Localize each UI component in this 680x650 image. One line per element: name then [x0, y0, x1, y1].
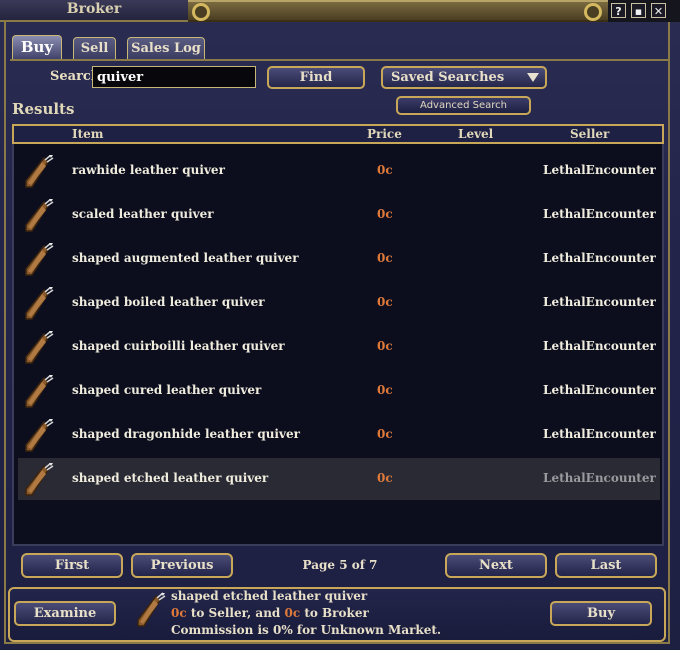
broker-text: to Broker	[300, 606, 369, 620]
item-name: shaped boiled leather quiver	[72, 295, 265, 309]
column-header-price[interactable]: Price	[367, 127, 402, 141]
item-name: shaped cured leather quiver	[72, 383, 262, 397]
swirl-ornament-icon	[192, 3, 210, 21]
item-price: 0c	[377, 207, 393, 221]
next-page-button[interactable]: Next	[445, 553, 547, 578]
column-header-item[interactable]: Item	[72, 127, 104, 141]
item-seller: LethalEncounter	[543, 295, 656, 309]
item-price: 0c	[377, 427, 393, 441]
restore-button[interactable]: ▪	[631, 3, 646, 18]
item-price: 0c	[377, 383, 393, 397]
broker-amount: 0c	[284, 606, 301, 620]
commission-text: Commission is 0% for Unknown Market.	[171, 623, 442, 637]
broker-window: Broker ? ▪ ✕ Buy Sell Sales Log Search F…	[0, 0, 680, 650]
find-button[interactable]: Find	[267, 66, 365, 89]
item-seller: LethalEncounter	[543, 383, 656, 397]
item-seller: LethalEncounter	[543, 251, 656, 265]
seller-text: to Seller, and	[186, 606, 285, 620]
item-name: shaped augmented leather quiver	[72, 251, 299, 265]
item-name: rawhide leather quiver	[72, 163, 225, 177]
column-header-seller[interactable]: Seller	[570, 127, 609, 141]
first-page-button[interactable]: First	[21, 553, 123, 578]
results-header: Item Price Level Seller	[12, 124, 664, 144]
swirl-ornament-icon	[584, 3, 602, 21]
seller-amount: 0c	[171, 606, 187, 620]
saved-searches-label: Saved Searches	[391, 70, 505, 85]
examine-button[interactable]: Examine	[14, 601, 116, 626]
saved-searches-dropdown[interactable]: Saved Searches	[381, 66, 547, 89]
item-seller: LethalEncounter	[543, 339, 656, 353]
item-seller: LethalEncounter	[543, 471, 656, 485]
item-name: shaped etched leather quiver	[72, 471, 269, 485]
search-input[interactable]	[92, 66, 256, 88]
tab-buy[interactable]: Buy	[12, 35, 62, 61]
result-row[interactable]: shaped cured leather quiver 0c LethalEncou…	[18, 370, 660, 412]
title-bar[interactable]: Broker ? ▪ ✕	[0, 0, 680, 22]
quiver-icon	[137, 592, 166, 627]
fee-breakdown: 0c to Seller, and 0c to Broker	[171, 606, 369, 620]
result-row[interactable]: shaped boiled leather quiver 0c LethalEnco…	[18, 282, 660, 324]
result-row[interactable]: rawhide leather quiver 0c LethalEncounter	[18, 150, 660, 192]
item-seller: LethalEncounter	[543, 163, 656, 177]
item-price: 0c	[377, 295, 393, 309]
result-row[interactable]: scaled leather quiver 0c LethalEncounter	[18, 194, 660, 236]
item-seller: LethalEncounter	[543, 427, 656, 441]
item-price: 0c	[377, 471, 393, 485]
results-list[interactable]: rawhide leather quiver 0c LethalEncounter s…	[12, 144, 664, 546]
result-row[interactable]: shaped dragonhide leather quiver 0c Lethal…	[18, 414, 660, 456]
page-indicator: Page 5 of 7	[302, 558, 378, 572]
item-price: 0c	[377, 251, 393, 265]
help-button[interactable]: ?	[611, 3, 626, 18]
tab-sales-log[interactable]: Sales Log	[127, 37, 205, 59]
buy-button[interactable]: Buy	[550, 601, 652, 626]
previous-page-button[interactable]: Previous	[131, 553, 233, 578]
close-button[interactable]: ✕	[651, 3, 666, 18]
advanced-search-button[interactable]: Advanced Search	[396, 96, 531, 115]
results-heading: Results	[12, 100, 75, 118]
result-row[interactable]: shaped etched leather quiver 0c LethalEnco…	[18, 458, 660, 500]
dropdown-arrow-icon	[527, 73, 539, 82]
item-seller: LethalEncounter	[543, 207, 656, 221]
item-price: 0c	[377, 339, 393, 353]
result-row[interactable]: shaped cuirboilli leather quiver 0c Lethal…	[18, 326, 660, 368]
item-price: 0c	[377, 163, 393, 177]
item-name: shaped dragonhide leather quiver	[72, 427, 300, 441]
selected-item-name: shaped etched leather quiver	[171, 589, 368, 603]
last-page-button[interactable]: Last	[555, 553, 657, 578]
title-ornament	[188, 0, 608, 22]
item-name: shaped cuirboilli leather quiver	[72, 339, 285, 353]
tab-divider	[10, 59, 670, 61]
result-row[interactable]: shaped augmented leather quiver 0c LethalE…	[18, 238, 660, 280]
tab-sell[interactable]: Sell	[73, 37, 116, 59]
column-header-level[interactable]: Level	[458, 127, 493, 141]
window-title: Broker	[0, 0, 188, 22]
item-name: scaled leather quiver	[72, 207, 214, 221]
